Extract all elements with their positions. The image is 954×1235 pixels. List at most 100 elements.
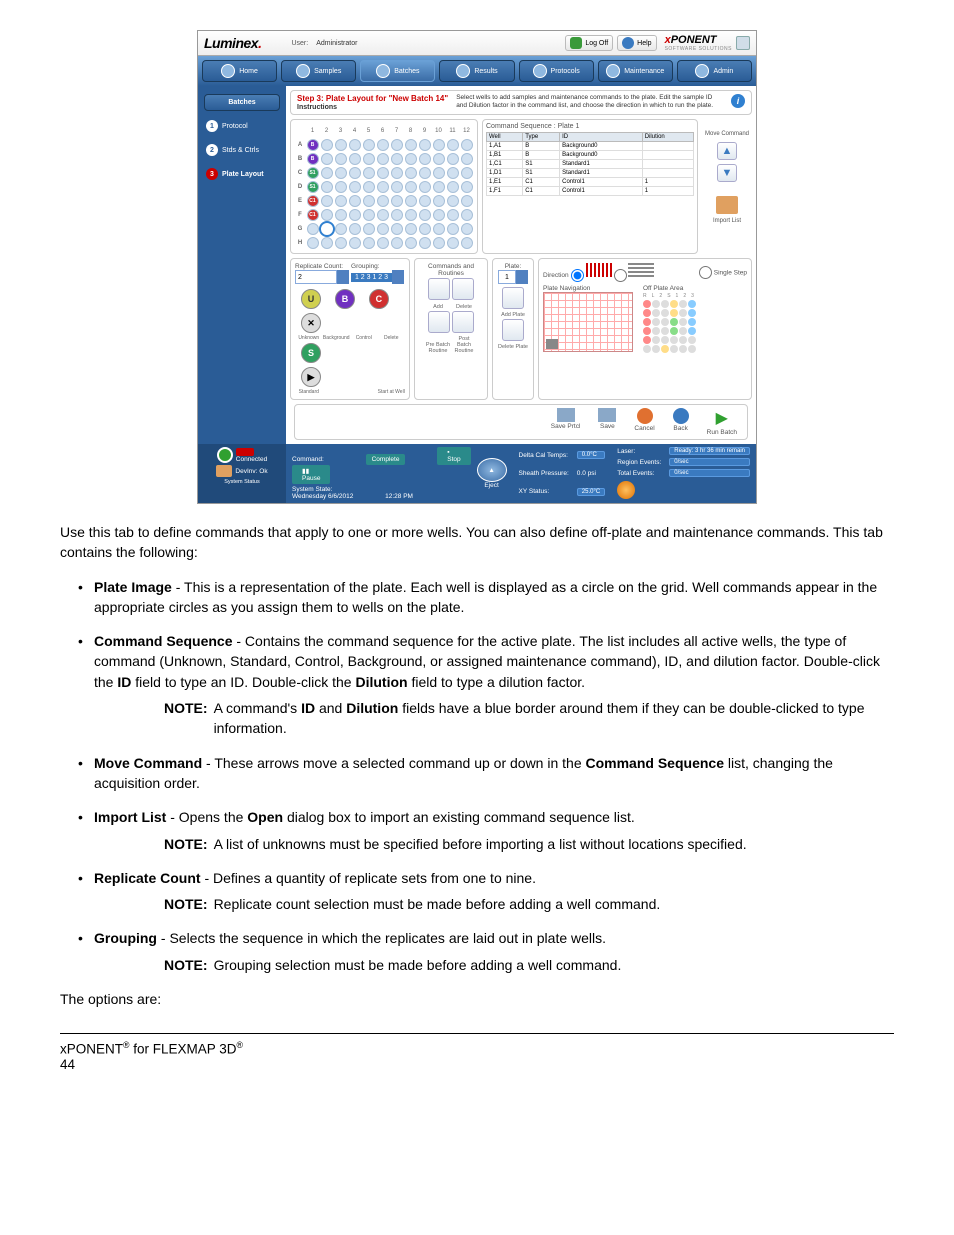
well-G11[interactable] [447, 223, 459, 235]
well-G7[interactable] [391, 223, 403, 235]
well-A6[interactable] [377, 139, 389, 151]
well-F11[interactable] [447, 209, 459, 221]
well-F3[interactable] [335, 209, 347, 221]
well-E4[interactable] [349, 195, 361, 207]
offplate-cell[interactable] [661, 300, 669, 308]
well-F7[interactable] [391, 209, 403, 221]
offplate-cell[interactable] [652, 300, 660, 308]
well-E5[interactable] [363, 195, 375, 207]
well-H10[interactable] [433, 237, 445, 249]
run-batch-button[interactable]: ▶Run Batch [707, 408, 737, 436]
offplate-cell[interactable] [661, 318, 669, 326]
well-F9[interactable] [419, 209, 431, 221]
well-F1[interactable]: C1 [307, 209, 319, 221]
well-D11[interactable] [447, 181, 459, 193]
well-F8[interactable] [405, 209, 417, 221]
start-at-well-button[interactable]: ▶ [301, 367, 321, 387]
direction-horizontal-radio[interactable] [571, 269, 584, 282]
sidebar-item-stds-ctrls[interactable]: 2Stds & Ctrls [204, 141, 280, 159]
offplate-cell[interactable] [643, 300, 651, 308]
offplate-cell[interactable] [661, 336, 669, 344]
well-E2[interactable] [321, 195, 333, 207]
pause-button[interactable]: ▮▮Pause [292, 465, 330, 484]
well-C1[interactable]: S1 [307, 167, 319, 179]
seq-row[interactable]: 1,B1BBackground0 [487, 151, 694, 160]
nav-protocols[interactable]: Protocols [519, 60, 594, 82]
well-H4[interactable] [349, 237, 361, 249]
nav-maintenance[interactable]: Maintenance [598, 60, 673, 82]
offplate-cell[interactable] [652, 318, 660, 326]
well-C8[interactable] [405, 167, 417, 179]
well-D6[interactable] [377, 181, 389, 193]
seq-row[interactable]: 1,A1BBackground0 [487, 142, 694, 151]
back-button[interactable]: Back [673, 408, 689, 436]
offplate-cell[interactable] [661, 327, 669, 335]
well-D9[interactable] [419, 181, 431, 193]
well-C3[interactable] [335, 167, 347, 179]
well-H8[interactable] [405, 237, 417, 249]
nav-samples[interactable]: Samples [281, 60, 356, 82]
well-F10[interactable] [433, 209, 445, 221]
well-C7[interactable] [391, 167, 403, 179]
well-E8[interactable] [405, 195, 417, 207]
plate-dropdown-icon[interactable] [516, 270, 528, 284]
well-A5[interactable] [363, 139, 375, 151]
move-up-button[interactable]: ▲ [717, 142, 737, 160]
cancel-button[interactable]: Cancel [634, 408, 654, 436]
well-A1[interactable]: B [307, 139, 319, 151]
info-icon[interactable]: i [731, 94, 745, 108]
well-E10[interactable] [433, 195, 445, 207]
seq-row[interactable]: 1,F1C1Control11 [487, 187, 694, 196]
well-A4[interactable] [349, 139, 361, 151]
replicate-count-input[interactable]: 2 [295, 270, 337, 284]
well-G10[interactable] [433, 223, 445, 235]
sidebar-head[interactable]: Batches [204, 94, 280, 111]
offplate-cell[interactable] [670, 336, 678, 344]
plate-navigation-grid[interactable] [543, 292, 633, 352]
well-C10[interactable] [433, 167, 445, 179]
well-G6[interactable] [377, 223, 389, 235]
well-H1[interactable] [307, 237, 319, 249]
well-B4[interactable] [349, 153, 361, 165]
plate-number-input[interactable]: 1 [498, 270, 516, 284]
well-E11[interactable] [447, 195, 459, 207]
well-G1[interactable] [307, 223, 319, 235]
well-H5[interactable] [363, 237, 375, 249]
control-button[interactable]: C [369, 289, 389, 309]
well-G9[interactable] [419, 223, 431, 235]
offplate-cell[interactable] [679, 327, 687, 335]
offplate-cell[interactable] [670, 345, 678, 353]
offplate-cell[interactable] [679, 336, 687, 344]
nav-batches[interactable]: Batches [360, 60, 435, 82]
well-C11[interactable] [447, 167, 459, 179]
cmd-select-2[interactable] [452, 278, 474, 300]
sidebar-item-protocol[interactable]: 1Protocol [204, 117, 280, 135]
well-C4[interactable] [349, 167, 361, 179]
well-G12[interactable] [461, 223, 473, 235]
well-A7[interactable] [391, 139, 403, 151]
well-A2[interactable] [321, 139, 333, 151]
well-H7[interactable] [391, 237, 403, 249]
offplate-cell[interactable] [688, 300, 696, 308]
offplate-cell[interactable] [688, 336, 696, 344]
eject-button[interactable]: ▲ [477, 458, 507, 482]
direction-vertical-radio[interactable] [614, 269, 627, 282]
help-button[interactable]: Help [617, 35, 656, 51]
offplate-cell[interactable] [652, 309, 660, 317]
well-B9[interactable] [419, 153, 431, 165]
nav-home[interactable]: Home [202, 60, 277, 82]
well-F4[interactable] [349, 209, 361, 221]
well-D8[interactable] [405, 181, 417, 193]
well-G5[interactable] [363, 223, 375, 235]
delete-well-button[interactable]: ✕ [301, 313, 321, 333]
well-B3[interactable] [335, 153, 347, 165]
offplate-cell[interactable] [670, 318, 678, 326]
well-B5[interactable] [363, 153, 375, 165]
offplate-cell[interactable] [643, 327, 651, 335]
well-A3[interactable] [335, 139, 347, 151]
well-H2[interactable] [321, 237, 333, 249]
offplate-cell[interactable] [679, 300, 687, 308]
well-F5[interactable] [363, 209, 375, 221]
well-B12[interactable] [461, 153, 473, 165]
well-C5[interactable] [363, 167, 375, 179]
